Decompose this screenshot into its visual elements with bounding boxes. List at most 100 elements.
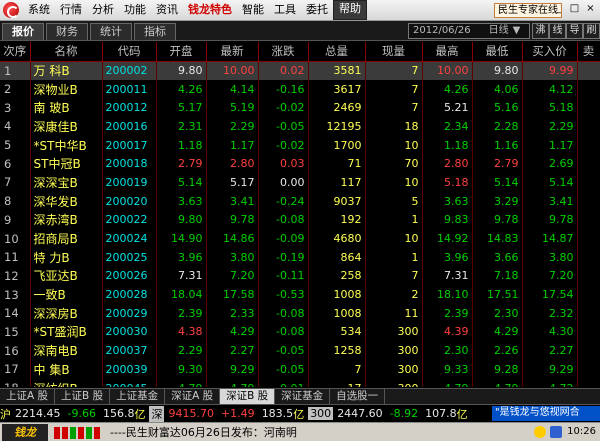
column-header-10[interactable]: 买入价	[522, 42, 578, 62]
column-header-1[interactable]: 名称	[30, 42, 103, 62]
cell-current-volume: 1	[365, 210, 423, 230]
cell-change: -0.08	[258, 210, 309, 230]
qianlong-logo: 钱龙	[2, 423, 48, 441]
market-tab-3[interactable]: 深证A 股	[165, 389, 221, 404]
column-header-7[interactable]: 现量	[365, 42, 423, 62]
table-row[interactable]: 13 一致B 200028 18.04 17.58 -0.53 1008 2 18.10 17.5…	[0, 285, 600, 304]
cell-change: 0.02	[258, 61, 309, 80]
close-button[interactable]: ×	[583, 3, 598, 17]
cell-last: 2.29	[206, 117, 259, 136]
cell-index: 18	[0, 378, 31, 387]
market-tab-1[interactable]: 上证B 股	[55, 389, 111, 404]
third-index-amount: 107.8	[425, 407, 457, 420]
menu-item-4[interactable]: 资讯	[151, 0, 183, 20]
cell-bid: 5.18	[522, 98, 578, 118]
market-tab-6[interactable]: 自选股一	[330, 389, 386, 404]
export-button[interactable]: 导	[566, 23, 583, 39]
table-row[interactable]: 15 *ST盛润B 200030 4.38 4.29 -0.08 534 300 4.39 4.2…	[0, 322, 600, 342]
cell-high: 14.92	[422, 229, 473, 248]
market-tab-5[interactable]: 深证基金	[275, 389, 331, 404]
cell-high: 4.26	[422, 79, 473, 99]
cell-ask	[577, 303, 600, 323]
table-row[interactable]: 17 中 集B 200039 9.30 9.29 -0.05 7 300 9.33 9.28 9.2…	[0, 360, 600, 379]
column-header-8[interactable]: 最高	[422, 42, 473, 62]
cell-ask	[577, 61, 600, 80]
cell-name: 飞亚达B	[30, 266, 103, 286]
table-row[interactable]: 2 深物业B 200011 4.26 4.14 -0.16 3617 7 4.26 4.06 4.1…	[0, 79, 600, 99]
menu-item-3[interactable]: 功能	[119, 0, 151, 20]
cell-last: 14.86	[206, 229, 259, 248]
table-row[interactable]: 14 深深房B 200029 2.39 2.33 -0.08 1008 11 2.39 2.30 2…	[0, 303, 600, 323]
cell-change: -0.09	[258, 229, 309, 248]
cell-volume: 117	[308, 173, 366, 192]
menu-item-9[interactable]: 帮助	[333, 0, 367, 20]
table-row[interactable]: 10 招商局B 200024 14.90 14.86 -0.09 4680 10 14.92 14…	[0, 229, 600, 248]
cell-change: -0.08	[258, 322, 309, 342]
table-row[interactable]: 7 深深宝B 200019 5.14 5.17 0.00 117 10 5.18 5.14 5.14	[0, 173, 600, 192]
cell-open: 4.26	[156, 79, 207, 99]
cell-last: 5.17	[206, 173, 259, 192]
column-header-2[interactable]: 代码	[102, 42, 157, 62]
column-header-6[interactable]: 总量	[308, 42, 366, 62]
refresh-button[interactable]: 刷	[583, 23, 600, 39]
table-row[interactable]: 6 ST中冠B 200018 2.79 2.80 0.03 71 70 2.80 2.79 2.69	[0, 154, 600, 174]
cell-bid: 5.14	[522, 173, 578, 192]
column-header-11[interactable]: 卖	[577, 42, 600, 62]
tray-bell-icon[interactable]	[534, 426, 546, 438]
table-row[interactable]: 4 深康佳B 200016 2.31 2.29 -0.05 12195 18 2.34 2.28 2…	[0, 117, 600, 136]
column-header-3[interactable]: 开盘	[156, 42, 207, 62]
cell-code: 200016	[102, 117, 157, 136]
cell-high: 5.21	[422, 98, 473, 118]
cell-high: 3.96	[422, 247, 473, 267]
boil-button[interactable]: 沸	[532, 23, 549, 39]
date-period-selector[interactable]: 2012/06/26 日线 ▼	[408, 23, 530, 39]
market-tab-2[interactable]: 上证基金	[110, 389, 166, 404]
cell-high: 4.39	[422, 322, 473, 342]
cell-open: 5.17	[156, 98, 207, 118]
news-ticker[interactable]: "是钱龙与悠视网合	[492, 406, 600, 421]
cell-open: 2.39	[156, 303, 207, 323]
line-button[interactable]: 线	[549, 23, 566, 39]
cell-ask	[577, 154, 600, 174]
market-tab-4[interactable]: 深证B 股	[220, 389, 276, 404]
table-row[interactable]: 16 深南电B 200037 2.29 2.27 -0.05 1258 300 2.30 2.26…	[0, 341, 600, 360]
status-news[interactable]: ----民生财富达06月26日发布：河南明	[110, 424, 297, 440]
cell-high: 2.30	[422, 341, 473, 360]
cell-volume: 3617	[308, 79, 366, 99]
table-row[interactable]: 5 *ST中华B 200017 1.18 1.17 -0.02 1700 10 1.18 1.16…	[0, 135, 600, 155]
table-row[interactable]: 12 飞亚达B 200026 7.31 7.20 -0.11 258 7 7.31 7.18 7.2…	[0, 266, 600, 286]
cell-last: 4.29	[206, 322, 259, 342]
sz-amount-unit: 亿	[293, 407, 305, 421]
table-row[interactable]: 18深纺织B2000454.794.79-0.01173004.794.794.…	[0, 378, 600, 387]
table-row[interactable]: 9 深赤湾B 200022 9.80 9.78 -0.08 192 1 9.83 9.78 9.78	[0, 210, 600, 230]
menu-item-5[interactable]: 钱龙特色	[183, 0, 237, 20]
menu-item-0[interactable]: 系统	[23, 0, 55, 20]
tab-1[interactable]: 财务	[46, 23, 88, 40]
maximize-button[interactable]: □	[567, 3, 582, 17]
tab-2[interactable]: 统计	[90, 23, 132, 40]
tab-0[interactable]: 报价	[2, 23, 44, 40]
column-header-4[interactable]: 最新	[206, 42, 259, 62]
menu-item-7[interactable]: 工具	[269, 0, 301, 20]
menu-item-1[interactable]: 行情	[55, 0, 87, 20]
tab-3[interactable]: 指标	[134, 23, 176, 40]
market-tab-0[interactable]: 上证A 股	[0, 389, 56, 404]
clock: 10:26	[567, 426, 596, 437]
minimize-button[interactable]: _	[551, 3, 566, 17]
tray-network-icon[interactable]	[550, 426, 562, 438]
menu-item-6[interactable]: 智能	[237, 0, 269, 20]
table-row[interactable]: 1万 科B 200002 9.80 10.00 0.02 3581 7 10.00 9.80 9.…	[0, 61, 600, 80]
cell-name: 深赤湾B	[30, 210, 103, 230]
cell-volume: 192	[308, 210, 366, 230]
column-header-0[interactable]: 次序	[0, 42, 31, 62]
column-header-9[interactable]: 最低	[472, 42, 523, 62]
cell-current-volume: 7	[365, 61, 423, 80]
menu-item-8[interactable]: 委托	[301, 0, 333, 20]
cell-last: 5.19	[206, 98, 259, 118]
menu-item-2[interactable]: 分析	[87, 0, 119, 20]
table-row[interactable]: 8 深华发B 200020 3.63 3.41 -0.24 9037 5 3.63 3.29 3.4…	[0, 191, 600, 211]
cell-last: 4.14	[206, 79, 259, 99]
table-row[interactable]: 11 特 力B 200025 3.96 3.80 -0.19 864 1 3.96 3.66 3.8…	[0, 247, 600, 267]
table-row[interactable]: 3南 玻B 200012 5.17 5.19 -0.02 2469 7 5.21 5.16 5.1…	[0, 98, 600, 118]
column-header-5[interactable]: 涨跌	[258, 42, 309, 62]
